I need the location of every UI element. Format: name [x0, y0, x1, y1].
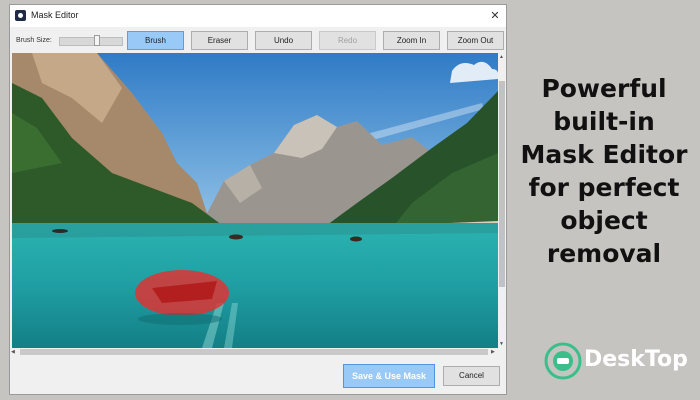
logo-text: DeskTop	[584, 347, 688, 372]
vertical-scroll-thumb[interactable]	[499, 81, 505, 287]
brush-size-label: Brush Size:	[16, 37, 52, 44]
desktop-logo-icon	[544, 342, 582, 380]
scroll-right-arrow-icon[interactable]: ▶	[491, 348, 495, 356]
image-canvas[interactable]	[12, 53, 498, 348]
brush-size-slider-thumb[interactable]	[94, 35, 100, 46]
save-use-mask-button[interactable]: Save & Use Mask	[343, 364, 435, 388]
title-bar: Mask Editor ✕	[10, 5, 506, 27]
promo-line: object	[560, 206, 648, 235]
mask-editor-window: Mask Editor ✕ Brush Size: Brush Eraser U…	[9, 4, 507, 395]
cancel-button[interactable]: Cancel	[443, 366, 500, 386]
scroll-down-arrow-icon[interactable]: ▼	[499, 340, 504, 348]
promo-line: for perfect	[528, 173, 680, 202]
mask-editor-app-icon	[15, 10, 26, 21]
brush-button[interactable]: Brush	[127, 31, 184, 50]
horizontal-scrollbar[interactable]: ◀ ▶	[10, 348, 498, 356]
brush-size-slider[interactable]	[59, 35, 123, 46]
zoom-in-button[interactable]: Zoom In	[383, 31, 440, 50]
toolbar: Brush Size: Brush Eraser Undo Redo Zoom …	[10, 27, 506, 53]
promo-line: removal	[546, 239, 662, 268]
redo-button[interactable]: Redo	[319, 31, 376, 50]
lake-photo	[12, 53, 498, 348]
desktop-logo: DeskTop	[543, 339, 699, 385]
scroll-up-arrow-icon[interactable]: ▲	[499, 53, 504, 61]
promo-line: Powerful	[541, 74, 667, 103]
undo-button[interactable]: Undo	[255, 31, 312, 50]
promo-line: built-in	[553, 107, 655, 136]
horizontal-scroll-thumb[interactable]	[20, 349, 488, 355]
promo-text: Powerful built-in Mask Editor for perfec…	[512, 72, 696, 270]
scroll-left-arrow-icon[interactable]: ◀	[11, 348, 15, 356]
zoom-out-button[interactable]: Zoom Out	[447, 31, 504, 50]
close-icon[interactable]: ✕	[484, 5, 506, 27]
promo-line: Mask Editor	[520, 140, 688, 169]
eraser-button[interactable]: Eraser	[191, 31, 248, 50]
vertical-scrollbar[interactable]: ▲ ▼	[498, 53, 506, 348]
window-title: Mask Editor	[31, 10, 79, 20]
